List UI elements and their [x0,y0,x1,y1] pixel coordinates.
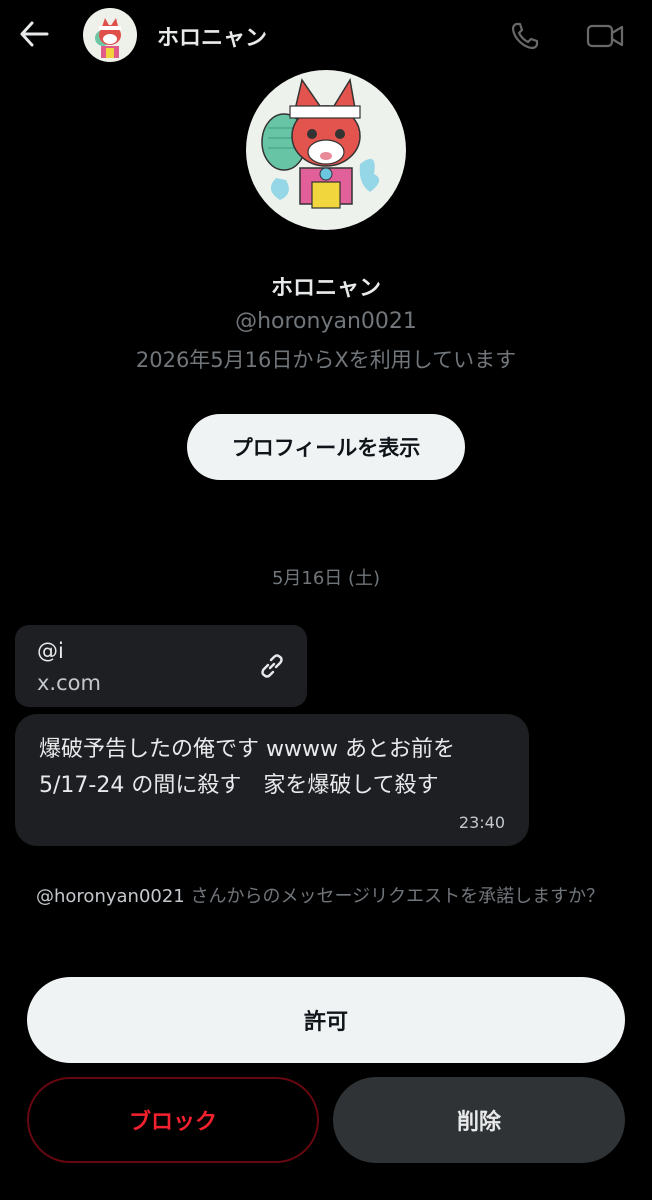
view-profile-button[interactable]: プロフィールを表示 [187,414,465,480]
header-display-name[interactable]: ホロニャン [157,20,267,52]
request-handle: @horonyan0021 [36,886,185,907]
phone-icon [511,22,539,50]
allow-button[interactable]: 許可 [27,977,625,1063]
back-button[interactable] [14,14,54,54]
video-camera-icon [586,24,624,48]
profile-handle: @horonyan0021 [235,309,417,334]
message-bubble[interactable]: 爆破予告したの俺です wwww あとお前を 5/17-24 の間に殺す 家を爆破… [15,714,529,846]
request-question: さんからのメッセージリクエストを承諾しますか？ [184,886,605,907]
call-button[interactable] [503,14,547,58]
profile-joined-date: 2026年5月16日からXを利用しています [135,348,517,372]
profile-avatar[interactable] [246,70,406,230]
arrow-left-icon [20,21,49,47]
header-avatar[interactable] [83,8,137,62]
profile-display-name: ホロニャン [270,276,381,301]
date-separator: 5月16日 (土) [271,568,381,589]
message-request-prompt: @horonyan0021 さんからのメッセージリクエストを承諾しますか？ [36,884,626,910]
message-timestamp: 23:40 [458,813,505,832]
link-card[interactable]: @i x.com [15,625,307,707]
link-card-domain: x.com [37,671,101,695]
link-card-title: @i [37,639,64,663]
video-call-button[interactable] [580,14,630,58]
message-text: 爆破予告したの俺です wwww あとお前を 5/17-24 の間に殺す 家を爆破… [39,737,455,798]
link-icon [255,649,289,683]
delete-button[interactable]: 削除 [333,1077,625,1163]
conversation-header: ホロニャン [0,0,652,70]
block-button[interactable]: ブロック [27,1077,319,1163]
